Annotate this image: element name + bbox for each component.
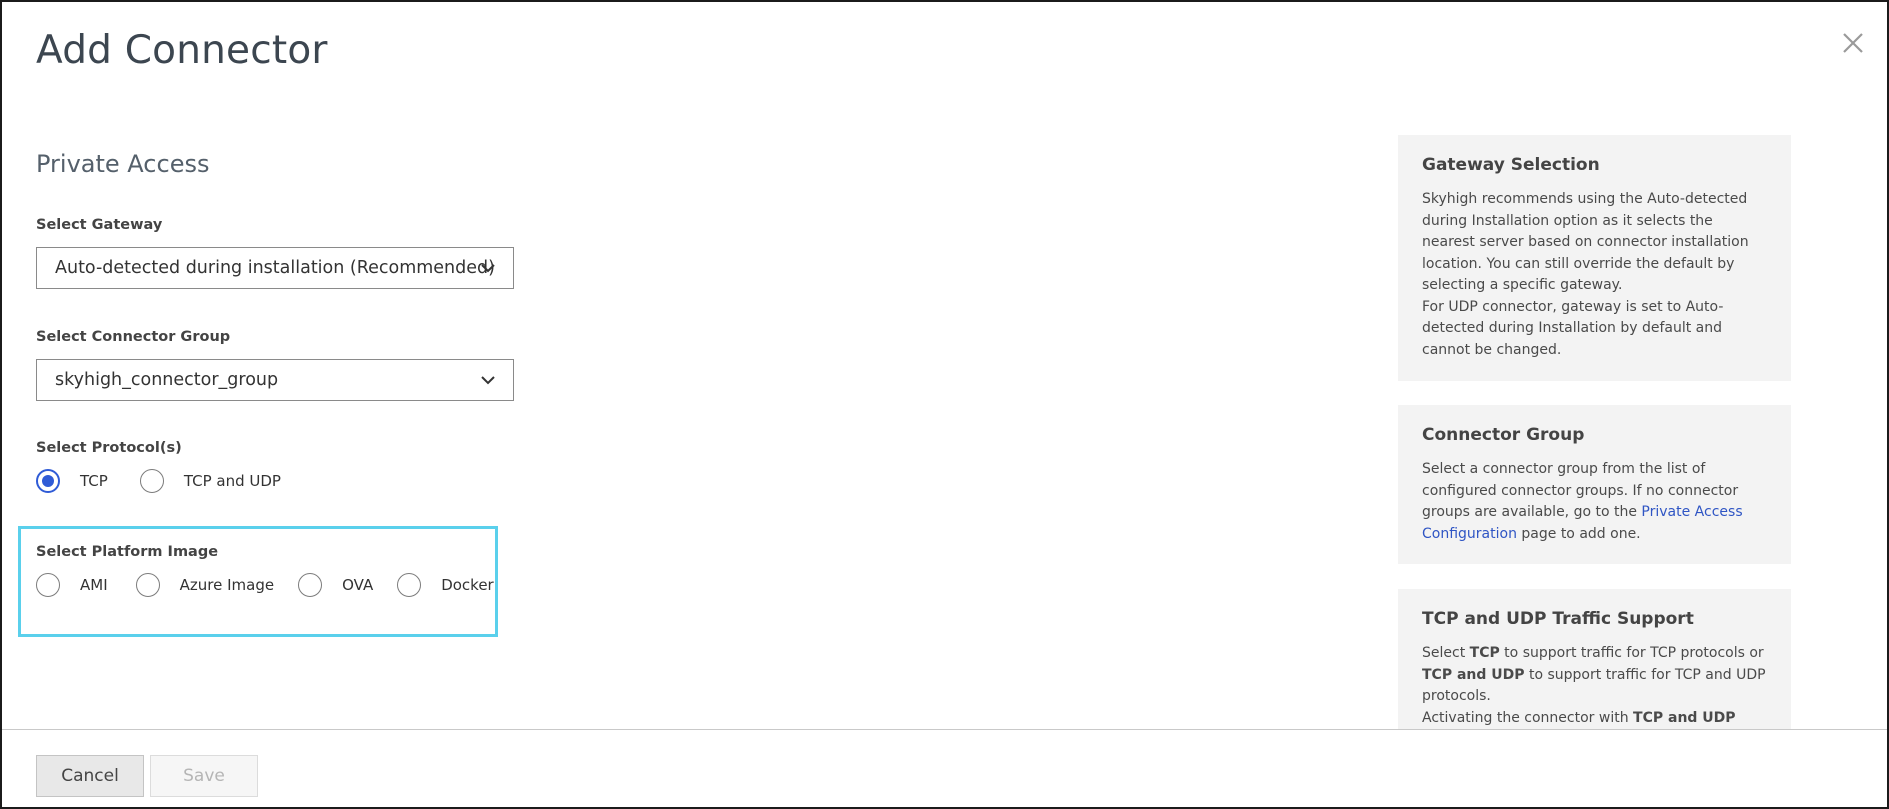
connector-group-info-panel: Connector Group Select a connector group… bbox=[1398, 405, 1791, 564]
dialog-title: Add Connector bbox=[36, 28, 328, 73]
radio-docker[interactable]: Docker bbox=[397, 573, 494, 597]
radio-tcp[interactable]: TCP bbox=[36, 469, 108, 493]
radio-label: TCP and UDP bbox=[183, 472, 281, 490]
info-line: nearest server based on connector instal… bbox=[1422, 234, 1749, 250]
info-line: Skyhigh recommends using the Auto-detect… bbox=[1422, 191, 1748, 207]
info-line: location. You can still override the def… bbox=[1422, 255, 1735, 272]
dialog-footer: Cancel Save bbox=[2, 729, 1887, 807]
radio-tcp-and-udp[interactable]: TCP and UDP bbox=[139, 469, 281, 493]
connector-group-label: Select Connector Group bbox=[36, 329, 231, 345]
gateway-selection-info-panel: Gateway Selection Skyhigh recommends usi… bbox=[1398, 135, 1791, 381]
gateway-select[interactable]: Auto-detected during installation (Recom… bbox=[36, 247, 514, 289]
chevron-down-icon bbox=[481, 376, 495, 385]
radio-circle[interactable] bbox=[135, 573, 160, 597]
info-text-part: Activating the connector with bbox=[1422, 709, 1634, 726]
info-text-bold: TCP and UDP bbox=[1422, 666, 1525, 683]
info-line: For UDP connector, gateway is set to Aut… bbox=[1422, 298, 1724, 315]
radio-ova[interactable]: OVA bbox=[298, 573, 373, 597]
gateway-label: Select Gateway bbox=[36, 217, 163, 233]
info-line: selecting a specific gateway. bbox=[1422, 277, 1623, 293]
private-access-configuration-link[interactable]: Private Access bbox=[1641, 504, 1742, 520]
radio-label: TCP bbox=[80, 472, 108, 490]
private-access-configuration-link[interactable]: Configuration bbox=[1422, 526, 1517, 542]
info-title: TCP and UDP Traffic Support bbox=[1422, 609, 1694, 629]
radio-label: Docker bbox=[441, 576, 494, 594]
radio-azure-image[interactable]: Azure Image bbox=[135, 573, 275, 597]
radio-circle[interactable] bbox=[397, 573, 422, 597]
radio-circle[interactable] bbox=[298, 573, 323, 597]
platform-image-label: Select Platform Image bbox=[36, 544, 219, 560]
info-text-part: to support traffic for TCP protocols or bbox=[1499, 645, 1764, 661]
info-line: detected during Installation by default … bbox=[1422, 320, 1723, 336]
info-text: Skyhigh recommends using the Auto-detect… bbox=[1422, 189, 1767, 361]
save-button[interactable]: Save bbox=[150, 755, 258, 797]
info-text-part: to support traffic for TCP and UDP bbox=[1524, 666, 1766, 683]
info-text-bold: TCP bbox=[1469, 645, 1500, 661]
add-connector-dialog: Add Connector Private Access Select Gate… bbox=[0, 0, 1889, 809]
info-line: cannot be changed. bbox=[1422, 341, 1562, 358]
cancel-button[interactable]: Cancel bbox=[36, 755, 144, 797]
protocol-label: Select Protocol(s) bbox=[36, 440, 182, 456]
radio-label: AMI bbox=[80, 576, 108, 594]
info-line: during Installation option as it selects… bbox=[1422, 212, 1713, 229]
radio-ami[interactable]: AMI bbox=[36, 573, 108, 597]
radio-circle[interactable] bbox=[139, 469, 164, 493]
info-line: groups are available, go to the bbox=[1422, 504, 1642, 520]
chevron-down-icon bbox=[481, 264, 495, 273]
radio-label: Azure Image bbox=[179, 576, 275, 594]
gateway-select-value: Auto-detected during installation (Recom… bbox=[55, 258, 495, 278]
info-text-part: Select bbox=[1422, 645, 1470, 661]
info-text-bold: TCP and UDP bbox=[1633, 709, 1736, 726]
radio-circle[interactable] bbox=[36, 573, 60, 597]
radio-circle-checked[interactable] bbox=[36, 469, 60, 493]
close-icon[interactable] bbox=[1840, 30, 1866, 56]
info-line: page to add one. bbox=[1516, 525, 1641, 542]
info-title: Gateway Selection bbox=[1422, 155, 1600, 175]
info-line: configured connector groups. If no conne… bbox=[1422, 482, 1739, 499]
platform-image-radio-group: AMI Azure Image OVA Docker bbox=[36, 573, 518, 597]
protocol-radio-group: TCP TCP and UDP bbox=[36, 469, 305, 493]
info-text-part: protocols. bbox=[1422, 688, 1491, 704]
info-text: Select a connector group from the list o… bbox=[1422, 459, 1767, 545]
info-title: Connector Group bbox=[1422, 425, 1585, 445]
radio-label: OVA bbox=[342, 576, 374, 594]
info-line: Select a connector group from the list o… bbox=[1422, 461, 1706, 477]
connector-group-select[interactable]: skyhigh_connector_group bbox=[36, 359, 514, 401]
section-title: Private Access bbox=[36, 150, 210, 178]
connector-group-select-value: skyhigh_connector_group bbox=[55, 370, 279, 390]
info-text: Select TCP to support traffic for TCP pr… bbox=[1422, 643, 1767, 729]
